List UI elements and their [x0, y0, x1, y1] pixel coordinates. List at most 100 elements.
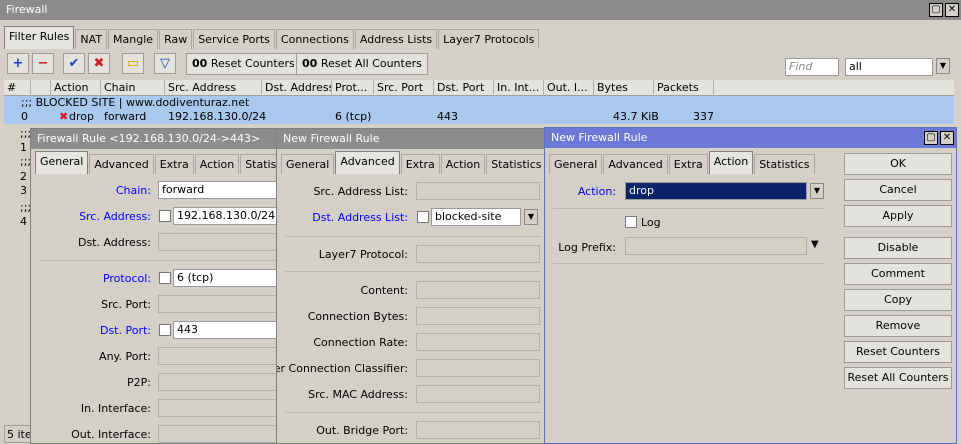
connection-bytes-field[interactable]	[416, 307, 540, 325]
ok-button[interactable]: OK	[844, 153, 952, 175]
apply-button[interactable]: Apply	[844, 205, 952, 227]
chevron-down-icon[interactable]: ▼	[810, 183, 824, 199]
src-address-list-field[interactable]	[416, 182, 540, 200]
tab-advanced[interactable]: Advanced	[89, 154, 154, 174]
action-label: Action:	[577, 185, 616, 198]
col-flags[interactable]	[31, 80, 51, 96]
cancel-button[interactable]: Cancel	[844, 179, 952, 201]
disable-icon[interactable]: ✖	[88, 53, 110, 74]
col-action[interactable]: Action	[51, 80, 101, 96]
action-select[interactable]: drop	[625, 182, 807, 200]
tab-general[interactable]: General	[549, 154, 603, 174]
tab-advanced[interactable]: Advanced	[603, 154, 668, 174]
col-packets[interactable]: Packets	[654, 80, 714, 96]
chevron-down-icon[interactable]: ▼	[524, 209, 538, 225]
new-firewall-rule-advanced-window: New Firewall Rule General Advanced Extra…	[276, 128, 546, 444]
tab-general[interactable]: General	[281, 154, 335, 174]
tab-address-lists[interactable]: Address Lists	[354, 29, 438, 49]
add-icon[interactable]: +	[7, 53, 29, 74]
disable-button[interactable]: Disable	[844, 237, 952, 259]
list-item[interactable]: 1	[20, 141, 27, 154]
enable-icon[interactable]: ✔	[63, 53, 85, 74]
log-prefix-field[interactable]	[625, 237, 807, 255]
comment-row[interactable]: ;;; BLOCKED SITE | www.dodiventuraz.net	[4, 96, 954, 110]
col-dst-address[interactable]: Dst. Address	[262, 80, 332, 96]
content-label: Content:	[360, 284, 408, 297]
layer7-protocol-field[interactable]	[416, 245, 540, 263]
remove-button[interactable]: Remove	[844, 315, 952, 337]
src-address-negate-checkbox[interactable]	[159, 210, 171, 222]
tab-extra[interactable]: Extra	[154, 154, 194, 174]
tab-action[interactable]: Action	[440, 154, 486, 174]
comment-icon[interactable]: ▭	[122, 53, 144, 74]
reset-all-counters-button[interactable]: 00 Reset All Counters	[296, 53, 428, 75]
layer7-protocol-label: Layer7 Protocol:	[318, 248, 408, 261]
dst-address-list-field[interactable]: blocked-site	[431, 208, 521, 226]
rule-titlebar: Firewall Rule <192.168.130.0/24->443>	[31, 129, 285, 149]
in-interface-field[interactable]	[158, 399, 285, 417]
tab-statistics[interactable]: Statistics	[486, 154, 545, 174]
src-address-field[interactable]: 192.168.130.0/24	[173, 207, 285, 225]
col-num[interactable]: #	[4, 80, 31, 96]
maximize-icon[interactable]: ▢	[929, 3, 943, 17]
list-item[interactable]: 4	[20, 215, 27, 228]
table-row[interactable]: 0 ✖ drop forward 192.168.130.0/24 6 (tcp…	[4, 110, 954, 124]
protocol-field[interactable]: 6 (tcp)	[173, 269, 285, 287]
find-input[interactable]: Find	[785, 58, 839, 76]
log-checkbox[interactable]	[625, 216, 637, 228]
dst-port-negate-checkbox[interactable]	[159, 324, 171, 336]
out-bridge-port-field[interactable]	[416, 421, 540, 439]
tab-action[interactable]: Action	[708, 151, 754, 174]
col-protocol[interactable]: Prot...	[332, 80, 374, 96]
copy-button[interactable]: Copy	[844, 289, 952, 311]
dst-address-list-negate-checkbox[interactable]	[417, 211, 429, 223]
any-port-field[interactable]	[158, 347, 285, 365]
connection-rate-field[interactable]	[416, 333, 540, 351]
tab-layer7-protocols[interactable]: Layer7 Protocols	[438, 29, 540, 49]
tab-raw[interactable]: Raw	[159, 29, 193, 49]
src-port-field[interactable]	[158, 295, 285, 313]
dst-address-field[interactable]	[158, 233, 285, 251]
tab-service-ports[interactable]: Service Ports	[193, 29, 275, 49]
filter-icon[interactable]: ▽	[154, 53, 176, 74]
chain-field[interactable]: forward	[158, 181, 285, 199]
tab-statistics[interactable]: Statistics	[754, 154, 815, 174]
tab-general[interactable]: General	[35, 151, 89, 174]
src-mac-address-field[interactable]	[416, 385, 540, 403]
chevron-down-icon[interactable]: ▼	[811, 239, 819, 250]
tab-extra[interactable]: Extra	[668, 154, 708, 174]
dst-port-field[interactable]: 443	[173, 321, 285, 339]
out-interface-field[interactable]	[158, 425, 285, 443]
tab-advanced[interactable]: Advanced	[335, 151, 400, 174]
tab-action[interactable]: Action	[194, 154, 240, 174]
tab-connections[interactable]: Connections	[275, 29, 354, 49]
maximize-icon[interactable]: ▢	[924, 131, 938, 145]
tab-mangle[interactable]: Mangle	[108, 29, 159, 49]
reset-counters-button[interactable]: 00 Reset Counters	[186, 53, 301, 75]
col-out-interface[interactable]: Out. I...	[544, 80, 594, 96]
comment-button[interactable]: Comment	[844, 263, 952, 285]
col-in-interface[interactable]: In. Int...	[494, 80, 544, 96]
p2p-field[interactable]	[158, 373, 285, 391]
list-item[interactable]: 3	[20, 184, 27, 197]
tab-nat[interactable]: NAT	[75, 29, 108, 49]
close-icon[interactable]: ✕	[940, 131, 954, 145]
col-src-port[interactable]: Src. Port	[374, 80, 434, 96]
tab-extra[interactable]: Extra	[400, 154, 440, 174]
protocol-negate-checkbox[interactable]	[159, 272, 171, 284]
remove-icon[interactable]: −	[32, 53, 54, 74]
col-src-address[interactable]: Src. Address	[165, 80, 262, 96]
col-dst-port[interactable]: Dst. Port	[434, 80, 494, 96]
reset-counters-button[interactable]: Reset Counters	[844, 341, 952, 363]
col-chain[interactable]: Chain	[101, 80, 165, 96]
list-item[interactable]: 2	[20, 170, 27, 183]
close-icon[interactable]: ✕	[945, 3, 959, 17]
rule-chain: forward	[104, 110, 147, 123]
chevron-down-icon[interactable]: ▼	[936, 58, 950, 74]
reset-all-counters-button[interactable]: Reset All Counters	[844, 367, 952, 389]
pcc-field[interactable]	[416, 359, 540, 377]
col-bytes[interactable]: Bytes	[594, 80, 654, 96]
content-field[interactable]	[416, 281, 540, 299]
filter-select[interactable]: all	[845, 58, 933, 76]
tab-filter-rules[interactable]: Filter Rules	[4, 26, 75, 49]
